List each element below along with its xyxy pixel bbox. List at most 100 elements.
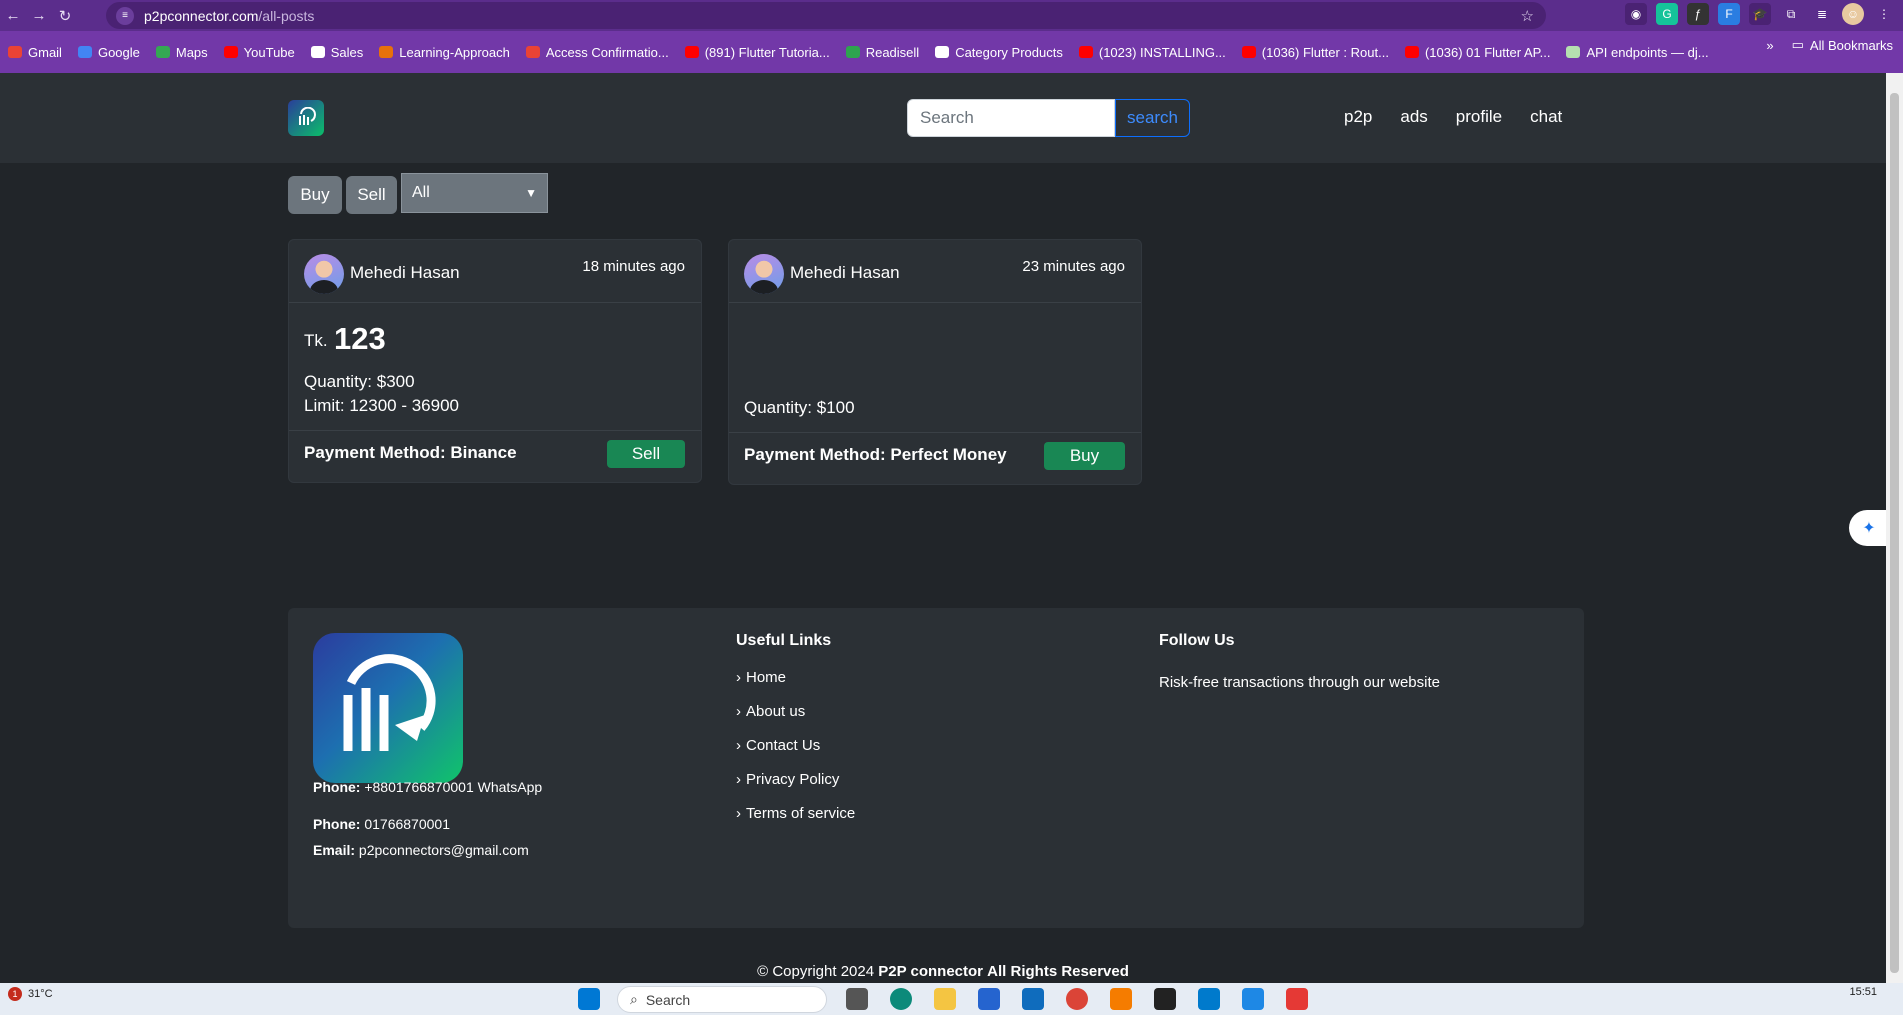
follow-us-text: Risk-free transactions through our websi…	[1159, 674, 1440, 691]
bookmark-item[interactable]: Readisell	[838, 37, 927, 67]
post-author[interactable]: Mehedi Hasan	[790, 263, 900, 283]
footer-phone-whatsapp: Phone: +8801766870001 WhatsApp	[313, 779, 543, 795]
bookmark-item[interactable]: Google	[70, 37, 148, 67]
page-scrollbar[interactable]	[1886, 73, 1903, 983]
search-button[interactable]: search	[1115, 99, 1190, 137]
bookmark-item[interactable]: Gmail	[0, 37, 70, 67]
bookmark-item[interactable]: (1023) INSTALLING...	[1071, 37, 1234, 67]
bookmark-item[interactable]: (1036) Flutter : Rout...	[1234, 37, 1397, 67]
copyright: © Copyright 2024 P2P connector All Right…	[757, 963, 1129, 980]
footer-logo	[313, 633, 463, 783]
buy-filter-button[interactable]: Buy	[288, 176, 342, 214]
xampp-icon[interactable]	[1110, 988, 1132, 1010]
bookmark-item[interactable]: Sales	[303, 37, 372, 67]
post-card: Mehedi Hasan 23 minutes ago Quantity: $1…	[728, 239, 1142, 485]
all-bookmarks[interactable]: ▭ All Bookmarks	[1792, 37, 1893, 53]
bookmark-label: (1023) INSTALLING...	[1098, 44, 1226, 60]
bookmark-item[interactable]: Access Confirmatio...	[518, 37, 677, 67]
vscode-icon[interactable]	[1198, 988, 1220, 1010]
bookmark-item[interactable]: API endpoints — dj...	[1558, 37, 1716, 67]
sell-filter-button[interactable]: Sell	[346, 176, 397, 214]
reload-icon[interactable]: ↻	[52, 3, 78, 29]
address-bar[interactable]: ≡ p2pconnector.com/all-posts ☆	[106, 2, 1546, 29]
formula-extension-icon[interactable]: ƒ	[1687, 3, 1709, 25]
file-explorer-icon[interactable]	[934, 988, 956, 1010]
bookmark-star-icon[interactable]: ☆	[1521, 7, 1534, 25]
color-picker-extension-icon[interactable]: ◉	[1625, 3, 1647, 25]
bookmark-item[interactable]: (1036) 01 Flutter AP...	[1397, 37, 1559, 67]
post-time: 23 minutes ago	[1022, 258, 1125, 275]
extensions-puzzle-icon[interactable]: ⧉	[1780, 3, 1802, 25]
bookmark-label: (891) Flutter Tutoria...	[704, 44, 830, 60]
chevron-right-icon: ›	[736, 805, 741, 822]
taskbar-search[interactable]: ⌕ Search	[617, 986, 827, 1013]
category-select[interactable]: All ▼	[401, 173, 548, 213]
bookmark-item[interactable]: YouTube	[216, 37, 303, 67]
bookmark-item[interactable]: Category Products	[927, 37, 1071, 67]
bookmark-label: Gmail	[28, 44, 62, 60]
site-header: search p2p ads profile chat	[0, 73, 1886, 163]
scrollbar-thumb[interactable]	[1890, 93, 1899, 973]
edge-icon[interactable]	[890, 988, 912, 1010]
education-extension-icon[interactable]: 🎓	[1749, 3, 1771, 25]
floating-assistant-icon[interactable]: ✦	[1849, 510, 1889, 546]
bookmark-favicon-icon	[845, 46, 860, 58]
nav-profile[interactable]: profile	[1456, 107, 1502, 127]
weather-widget[interactable]: 1 31°C	[8, 987, 53, 1001]
nav-p2p[interactable]: p2p	[1344, 107, 1372, 127]
site-logo[interactable]	[288, 100, 324, 136]
bookmark-favicon-icon	[1241, 46, 1256, 58]
windows-start-icon[interactable]	[578, 988, 600, 1010]
post-author[interactable]: Mehedi Hasan	[350, 263, 460, 283]
footer-link-home[interactable]: › Home	[736, 669, 786, 686]
footer-email[interactable]: Email: p2pconnectors@gmail.com	[313, 842, 529, 858]
chrome-icon[interactable]	[1066, 988, 1088, 1010]
bookmark-item[interactable]: (891) Flutter Tutoria...	[677, 37, 838, 67]
bookmark-favicon-icon	[1078, 46, 1093, 58]
buy-button[interactable]: Buy	[1044, 442, 1125, 470]
nav-ads[interactable]: ads	[1400, 107, 1427, 127]
footer-link-contact[interactable]: › Contact Us	[736, 737, 820, 754]
os-taskbar: 1 31°C ⌕ Search 15:51	[0, 983, 1903, 1015]
bookmark-favicon-icon	[684, 46, 699, 58]
footer-phone: Phone: 01766870001	[313, 816, 450, 832]
profile-avatar-icon[interactable]: ☺	[1842, 3, 1864, 25]
avatar[interactable]	[744, 254, 784, 294]
bookmark-favicon-icon	[223, 46, 238, 58]
notepad-icon[interactable]	[1242, 988, 1264, 1010]
avatar[interactable]	[304, 254, 344, 294]
site-info-icon[interactable]: ≡	[116, 6, 134, 25]
bookmark-favicon-icon	[8, 46, 22, 58]
browser-menu-icon[interactable]: ⋮	[1873, 3, 1895, 25]
footer-link-terms[interactable]: › Terms of service	[736, 805, 855, 822]
post-card: Mehedi Hasan 18 minutes ago Tk. 123 Quan…	[288, 239, 702, 483]
back-icon[interactable]: ←	[0, 3, 26, 29]
bookmark-item[interactable]: Maps	[148, 37, 216, 67]
terminal-icon[interactable]	[1154, 988, 1176, 1010]
task-view-icon[interactable]	[846, 988, 868, 1010]
bookmark-favicon-icon	[310, 46, 325, 58]
system-clock[interactable]: 15:51	[1849, 985, 1877, 999]
useful-links-heading: Useful Links	[736, 632, 832, 649]
store-icon[interactable]	[978, 988, 1000, 1010]
outlook-icon[interactable]	[1022, 988, 1044, 1010]
search-input[interactable]	[907, 99, 1115, 137]
sell-button[interactable]: Sell	[607, 440, 685, 468]
grammarly-extension-icon[interactable]: G	[1656, 3, 1678, 25]
footer-link-about[interactable]: › About us	[736, 703, 805, 720]
media-control-icon[interactable]: ≣	[1811, 3, 1833, 25]
bookmark-favicon-icon	[77, 46, 92, 58]
nav-chat[interactable]: chat	[1530, 107, 1562, 127]
bookmark-item[interactable]: Learning-Approach	[371, 37, 518, 67]
bookmark-favicon-icon	[1404, 46, 1419, 58]
bookmark-favicon-icon	[379, 46, 394, 58]
footer-link-privacy[interactable]: › Privacy Policy	[736, 771, 839, 788]
flutter-extension-icon[interactable]: F	[1718, 3, 1740, 25]
more-bookmarks-icon[interactable]: »	[1766, 38, 1773, 53]
forward-icon[interactable]: →	[26, 3, 52, 29]
bookmark-label: Google	[97, 44, 140, 60]
site-footer: Phone: +8801766870001 WhatsApp Phone: 01…	[288, 608, 1584, 928]
app-icon[interactable]	[1286, 988, 1308, 1010]
notification-badge: 1	[8, 987, 22, 1001]
post-price: 123	[334, 321, 386, 356]
